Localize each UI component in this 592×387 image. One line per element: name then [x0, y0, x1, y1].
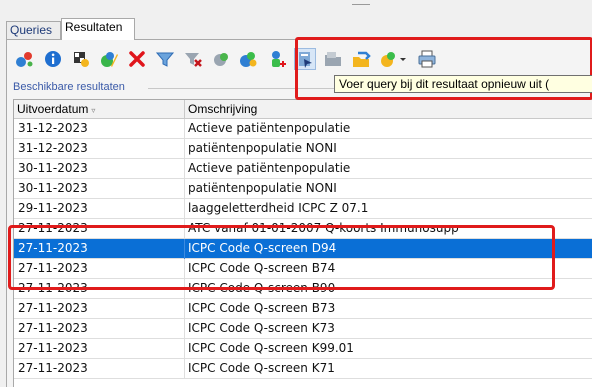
results-group-label: Beschikbare resultaten: [13, 81, 125, 93]
table-row[interactable]: 31-12-2023 Actieve patiëntenpopulatie: [14, 119, 592, 139]
cell-uitvoerdatum: 31-12-2023: [14, 139, 185, 159]
new-result-icon[interactable]: [14, 48, 36, 70]
tab-queries[interactable]: Queries: [6, 21, 61, 39]
cell-omschrijving: Actieve patiëntenpopulatie: [188, 161, 351, 175]
cell-uitvoerdatum: 27-11-2023: [14, 359, 185, 379]
chart-icon[interactable]: [238, 48, 260, 70]
delete-icon[interactable]: [126, 48, 148, 70]
table-row[interactable]: 27-11-2023 ICPC Code Q-screen K73: [14, 319, 592, 339]
table-row[interactable]: 30-11-2023 patiëntenpopulatie NONI: [14, 179, 592, 199]
rerun-query-icon[interactable]: [294, 48, 316, 70]
filter-icon[interactable]: [154, 48, 176, 70]
cell-uitvoerdatum: 27-11-2023: [14, 279, 185, 299]
cell-omschrijving: ICPC Code Q-screen K73: [188, 321, 335, 335]
cell-uitvoerdatum: 27-11-2023: [14, 259, 185, 279]
cell-uitvoerdatum: 27-11-2023: [14, 239, 185, 259]
table-row[interactable]: 27-11-2023 ICPC Code Q-screen B73: [14, 299, 592, 319]
add-patient-icon[interactable]: [266, 48, 288, 70]
table-row[interactable]: 29-11-2023 laaggeletterdheid ICPC Z 07.1: [14, 199, 592, 219]
table-row[interactable]: 27-11-2023 ATC vanaf 01-01-2007 Q-koorts …: [14, 219, 592, 239]
results-toolbar: [14, 48, 484, 74]
cell-uitvoerdatum: 27-11-2023: [14, 339, 185, 359]
cell-omschrijving: ICPC Code Q-screen K71: [188, 361, 335, 375]
column-header-omschrijving[interactable]: Omschrijving: [185, 100, 592, 119]
cell-omschrijving: ICPC Code Q-screen B74: [188, 261, 336, 275]
table-row[interactable]: 31-12-2023 patiëntenpopulatie NONI: [14, 139, 592, 159]
info-icon[interactable]: [42, 48, 64, 70]
cell-omschrijving: patiëntenpopulatie NONI: [188, 141, 337, 155]
cell-uitvoerdatum: 31-12-2023: [14, 119, 185, 139]
table-row[interactable]: 30-11-2023 Actieve patiëntenpopulatie: [14, 159, 592, 179]
cell-uitvoerdatum: 30-11-2023: [14, 159, 185, 179]
edit-icon[interactable]: [98, 48, 120, 70]
window-top-bar: [0, 0, 592, 14]
cell-omschrijving: ICPC Code Q-screen D94: [188, 241, 337, 255]
transfer-icon[interactable]: [350, 48, 372, 70]
cell-omschrijving: ICPC Code Q-screen B90: [188, 281, 336, 295]
cell-omschrijving: Actieve patiëntenpopulatie: [188, 121, 351, 135]
table-row[interactable]: 27-11-2023 ICPC Code Q-screen K99.01: [14, 339, 592, 359]
grid-properties-icon[interactable]: [70, 48, 92, 70]
cell-omschrijving: ICPC Code Q-screen B73: [188, 301, 336, 315]
tab-resultaten[interactable]: Resultaten: [61, 18, 135, 40]
cell-uitvoerdatum: 30-11-2023: [14, 179, 185, 199]
cell-uitvoerdatum: 27-11-2023: [14, 219, 185, 239]
table-header: Uitvoerdatum ▿ Omschrijving: [14, 100, 592, 119]
cell-uitvoerdatum: 27-11-2023: [14, 299, 185, 319]
table-row[interactable]: 27-11-2023 ICPC Code Q-screen B90: [14, 279, 592, 299]
folder-icon[interactable]: [322, 48, 344, 70]
splitter-grip[interactable]: [352, 4, 370, 5]
cell-omschrijving: ICPC Code Q-screen K99.01: [188, 341, 354, 355]
cell-uitvoerdatum: 29-11-2023: [14, 199, 185, 219]
print-icon[interactable]: [416, 48, 438, 70]
column-header-uitvoerdatum[interactable]: Uitvoerdatum ▿: [14, 100, 185, 119]
cell-omschrijving: patiëntenpopulatie NONI: [188, 181, 337, 195]
sort-indicator-icon: ▿: [91, 106, 96, 115]
table-row[interactable]: 27-11-2023 ICPC Code Q-screen D94: [14, 239, 592, 259]
table-row[interactable]: 27-11-2023 ICPC Code Q-screen B74: [14, 259, 592, 279]
export-icon[interactable]: [210, 48, 232, 70]
group-dropdown-icon[interactable]: [378, 48, 410, 70]
results-table: Uitvoerdatum ▿ Omschrijving 31-12-2023 Act…: [13, 99, 592, 387]
clear-filter-icon[interactable]: [182, 48, 204, 70]
cell-omschrijving: ATC vanaf 01-01-2007 Q-koorts Immunosupp: [188, 221, 459, 235]
cell-uitvoerdatum: 27-11-2023: [14, 319, 185, 339]
cell-omschrijving: laaggeletterdheid ICPC Z 07.1: [188, 201, 369, 215]
rerun-query-tooltip: Voer query bij dit resultaat opnieuw uit…: [334, 75, 592, 93]
table-row[interactable]: 27-11-2023 ICPC Code Q-screen K71: [14, 359, 592, 379]
